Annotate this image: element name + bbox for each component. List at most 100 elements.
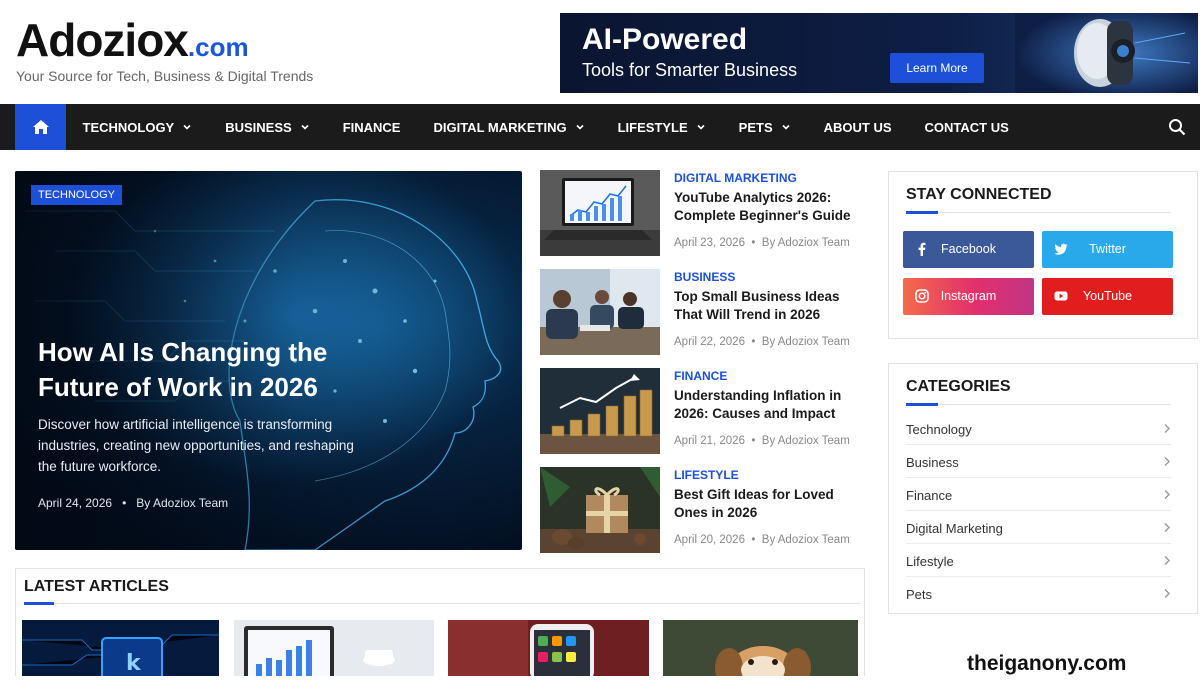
nav-item-lifestyle[interactable]: LIFESTYLE [601,120,722,135]
main-nav: TECHNOLOGY BUSINESS FINANCE DIGITAL MARK… [0,104,1200,150]
ad-subtitle: Tools for Smarter Business [582,60,798,80]
featured-description: Discover how artificial intelligence is … [38,417,354,474]
article-category[interactable]: DIGITAL MARKETING [674,171,797,185]
title-divider [906,211,1171,214]
search-icon[interactable] [1168,118,1186,136]
article-title[interactable]: Top Small Business Ideas That Will Trend… [674,288,859,324]
twitter-button[interactable]: Twitter [1042,231,1173,268]
nav-label: CONTACT US [924,119,1009,135]
robot-head-image [1015,13,1198,93]
logo-main: Adoziox [16,14,189,66]
chevron-right-icon [1164,490,1170,499]
smartphone-apps-thumbnail[interactable] [448,620,649,680]
ad-title: AI-Powered [582,23,748,56]
gift-box-thumbnail [540,467,660,553]
article-date: April 22, 2026 [674,336,745,348]
laptop-analytics-thumbnail [540,170,660,256]
article-category[interactable]: LIFESTYLE [674,468,739,482]
category-label: Business [906,455,959,470]
business-meeting-thumbnail [540,269,660,355]
category-item-pets[interactable]: Pets [906,577,1171,610]
footer-strip [0,676,1200,700]
article-meta: April 22, 2026 • By Adoziox Team [674,336,850,348]
nav-item-pets[interactable]: PETS [722,120,807,135]
nav-item-about-us[interactable]: ABOUT US [807,120,908,135]
article-date: April 21, 2026 [674,435,745,447]
nav-label: PETS [738,119,773,135]
article-title[interactable]: Best Gift Ideas for Loved Ones in 2026 [674,486,859,522]
article-author: By Adoziox Team [761,435,850,447]
article-category[interactable]: FINANCE [674,369,727,383]
nav-item-business[interactable]: BUSINESS [209,120,326,135]
nav-label: TECHNOLOGY [82,119,175,135]
chevron-down-icon [183,124,191,130]
category-item-lifestyle[interactable]: Lifestyle [906,544,1171,577]
category-label: Technology [906,422,972,437]
nav-items: TECHNOLOGY BUSINESS FINANCE DIGITAL MARK… [66,104,1025,150]
home-icon [32,120,49,134]
nav-item-finance[interactable]: FINANCE [326,120,417,135]
featured-date: April 24, 2026 [38,496,113,510]
nav-home-button[interactable] [15,104,66,150]
site-logo[interactable]: Adoziox.com [16,14,249,73]
ad-learn-more-button[interactable]: Learn More [890,53,984,83]
article-author: By Adoziox Team [761,237,850,249]
facebook-button[interactable]: Facebook [903,231,1034,268]
article-card[interactable]: BUSINESS Top Small Business Ideas That W… [540,269,860,355]
chevron-down-icon [697,124,705,130]
meta-separator: • [115,496,133,510]
title-divider [24,602,860,605]
article-title[interactable]: YouTube Analytics 2026: Complete Beginne… [674,189,859,225]
article-card[interactable]: LIFESTYLE Best Gift Ideas for Loved Ones… [540,467,860,553]
laptop-chart-thumbnail[interactable] [234,620,434,680]
chevron-right-icon [1164,424,1170,433]
chevron-right-icon [1164,523,1170,532]
nav-label: LIFESTYLE [617,119,688,135]
stay-connected-widget: STAY CONNECTED Facebook Twitter Instagra… [888,171,1198,339]
nav-item-technology[interactable]: TECHNOLOGY [66,120,209,135]
article-date: April 20, 2026 [674,534,745,546]
site-header: Adoziox.com Your Source for Tech, Busine… [0,0,1200,104]
article-meta: April 23, 2026 • By Adoziox Team [674,237,850,249]
social-label: Instagram [940,289,997,303]
nav-label: DIGITAL MARKETING [433,119,567,135]
chevron-right-icon [1164,457,1170,466]
category-item-finance[interactable]: Finance [906,478,1171,511]
title-divider [906,403,1171,406]
section-title: LATEST ARTICLES [24,578,169,595]
featured-author: By Adoziox Team [136,496,229,510]
category-item-digital-marketing[interactable]: Digital Marketing [906,511,1171,544]
social-label: Facebook [941,242,996,256]
article-meta: April 21, 2026 • By Adoziox Team [674,435,850,447]
article-category[interactable]: BUSINESS [674,270,735,284]
site-tagline: Your Source for Tech, Business & Digital… [16,68,314,84]
instagram-button[interactable]: Instagram [903,278,1034,315]
category-item-business[interactable]: Business [906,445,1171,478]
category-label: Pets [906,587,933,602]
coins-growth-thumbnail [540,368,660,454]
chevron-down-icon [782,124,790,130]
chip-circuit-thumbnail[interactable]: k [22,620,219,680]
category-badge[interactable]: TECHNOLOGY [31,185,123,205]
chevron-right-icon [1164,556,1170,565]
nav-item-digital-marketing[interactable]: DIGITAL MARKETING [417,120,601,135]
nav-item-contact-us[interactable]: CONTACT US [908,120,1025,135]
category-label: Finance [906,488,953,503]
article-card[interactable]: FINANCE Understanding Inflation in 2026:… [540,368,860,454]
chevron-down-icon [576,124,584,130]
article-title[interactable]: Understanding Inflation in 2026: Causes … [674,387,859,423]
article-card[interactable]: DIGITAL MARKETING YouTube Analytics 2026… [540,170,860,256]
category-item-technology[interactable]: Technology [906,412,1171,445]
youtube-button[interactable]: YouTube [1042,278,1173,315]
chevron-right-icon [1164,589,1170,598]
ad-banner[interactable]: AI-Powered Tools for Smarter Business Le… [560,13,1198,93]
article-date: April 23, 2026 [674,237,745,249]
category-label: Lifestyle [906,554,954,569]
dog-photo-thumbnail[interactable] [663,620,858,680]
category-label: Digital Marketing [906,521,1003,536]
featured-article[interactable]: TECHNOLOGY How AI Is Changing the Future… [15,171,522,550]
nav-label: FINANCE [342,119,401,135]
social-label: YouTube [1082,289,1133,303]
featured-title[interactable]: How AI Is Changing the Future of Work in… [38,335,368,405]
logo-tld: .com [187,32,249,62]
